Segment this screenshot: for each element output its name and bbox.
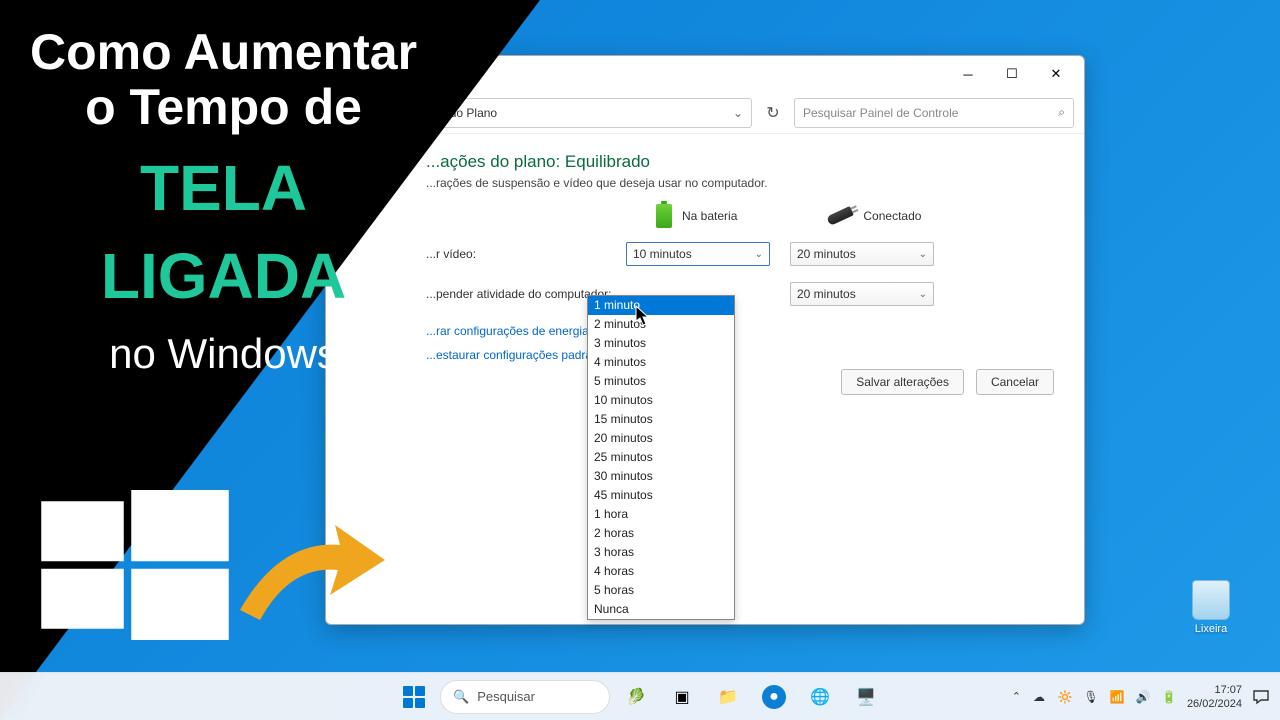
dropdown-option[interactable]: 3 minutos xyxy=(588,334,734,353)
dropdown-option[interactable]: 15 minutos xyxy=(588,410,734,429)
taskbar-explorer[interactable]: 📁 xyxy=(708,677,748,717)
dropdown-option[interactable]: 5 horas xyxy=(588,581,734,600)
tray-chevron-icon[interactable]: ⌃ xyxy=(1012,690,1021,703)
windows-logo-icon xyxy=(40,490,230,645)
plug-icon xyxy=(826,206,854,226)
select-display-plugged[interactable]: 20 minutos⌄ xyxy=(790,242,934,266)
language-icon[interactable]: 🔆 xyxy=(1057,690,1073,704)
search-icon: ⌕ xyxy=(1058,105,1065,120)
dropdown-option[interactable]: 30 minutos xyxy=(588,467,734,486)
taskbar-app-blue[interactable]: ● xyxy=(754,677,794,717)
promo-highlight1: TELA xyxy=(30,153,417,223)
cursor-icon xyxy=(635,305,653,332)
promo-suffix: no Windows xyxy=(30,330,417,378)
promo-line2: o Tempo de xyxy=(30,80,417,135)
clock-time: 17:07 xyxy=(1187,683,1242,697)
taskbar: 🔍 Pesquisar 🥬 ▣ 📁 ● 🌐 🖥️ ⌃ ☁ 🔆 🎙 📶 🔊 🔋 1… xyxy=(0,672,1280,720)
close-button[interactable]: ✕ xyxy=(1036,60,1076,88)
promo-line1: Como Aumentar xyxy=(30,25,417,80)
search-placeholder: Pesquisar Painel de Controle xyxy=(803,106,958,120)
battery-header: Na bateria xyxy=(656,204,737,228)
clock-date: 26/02/2024 xyxy=(1187,697,1242,711)
system-tray: ⌃ ☁ 🔆 🎙 📶 🔊 🔋 17:07 26/02/2024 xyxy=(1012,683,1270,711)
dropdown-option[interactable]: 2 minutos xyxy=(588,315,734,334)
chevron-down-icon[interactable]: ⌄ xyxy=(733,106,743,120)
time-dropdown[interactable]: 1 minuto2 minutos3 minutos4 minutos5 min… xyxy=(587,295,735,620)
promo-text: Como Aumentar o Tempo de TELA LIGADA no … xyxy=(30,25,417,378)
recycle-bin[interactable]: Lixeira xyxy=(1192,580,1230,635)
volume-icon[interactable]: 🔊 xyxy=(1135,690,1151,704)
promo-highlight2: LIGADA xyxy=(30,241,417,311)
dropdown-option[interactable]: 4 minutos xyxy=(588,353,734,372)
maximize-button[interactable]: ☐ xyxy=(992,60,1032,88)
mic-icon[interactable]: 🎙 xyxy=(1083,690,1099,704)
arrow-icon xyxy=(230,500,390,645)
plugged-header: Conectado xyxy=(827,209,921,223)
taskbar-taskview[interactable]: ▣ xyxy=(662,677,702,717)
save-button[interactable]: Salvar alterações xyxy=(841,369,964,395)
select-display-battery[interactable]: 10 minutos⌄ xyxy=(626,242,770,266)
dropdown-option[interactable]: Nunca xyxy=(588,600,734,619)
refresh-button[interactable]: ↻ xyxy=(760,100,786,126)
recycle-bin-icon xyxy=(1192,580,1230,620)
search-input[interactable]: Pesquisar Painel de Controle ⌕ xyxy=(794,98,1074,128)
notification-icon[interactable] xyxy=(1252,688,1270,706)
start-button[interactable] xyxy=(394,677,434,717)
dropdown-option[interactable]: 1 hora xyxy=(588,505,734,524)
cancel-button[interactable]: Cancelar xyxy=(976,369,1054,395)
battery-icon xyxy=(656,204,672,228)
dialog-buttons: Salvar alterações Cancelar xyxy=(841,369,1054,395)
power-mode-header: Na bateria Conectado xyxy=(656,204,1054,228)
start-icon xyxy=(403,686,425,708)
chevron-down-icon: ⌄ xyxy=(755,249,763,260)
taskbar-search[interactable]: 🔍 Pesquisar xyxy=(440,680,610,714)
dropdown-option[interactable]: 2 horas xyxy=(588,524,734,543)
search-icon: 🔍 xyxy=(453,689,469,705)
dropdown-option[interactable]: 20 minutos xyxy=(588,429,734,448)
taskbar-center: 🔍 Pesquisar 🥬 ▣ 📁 ● 🌐 🖥️ xyxy=(394,677,886,717)
dropdown-option[interactable]: 5 minutos xyxy=(588,372,734,391)
select-sleep-plugged[interactable]: 20 minutos⌄ xyxy=(790,282,934,306)
taskbar-chrome[interactable]: 🌐 xyxy=(800,677,840,717)
clock[interactable]: 17:07 26/02/2024 xyxy=(1187,683,1242,711)
dropdown-option[interactable]: 25 minutos xyxy=(588,448,734,467)
dropdown-option[interactable]: 1 minuto xyxy=(588,296,734,315)
dropdown-option[interactable]: 3 horas xyxy=(588,543,734,562)
minimize-button[interactable]: ─ xyxy=(948,60,988,88)
onedrive-icon[interactable]: ☁ xyxy=(1031,690,1047,704)
recycle-bin-label: Lixeira xyxy=(1192,623,1230,635)
dropdown-option[interactable]: 4 horas xyxy=(588,562,734,581)
taskbar-app-widget[interactable]: 🥬 xyxy=(616,677,656,717)
chevron-down-icon: ⌄ xyxy=(919,249,927,260)
dropdown-option[interactable]: 10 minutos xyxy=(588,391,734,410)
wifi-icon[interactable]: 📶 xyxy=(1109,690,1125,704)
dropdown-option[interactable]: 45 minutos xyxy=(588,486,734,505)
taskbar-control-panel[interactable]: 🖥️ xyxy=(846,677,886,717)
chevron-down-icon: ⌄ xyxy=(919,289,927,300)
battery-icon[interactable]: 🔋 xyxy=(1161,690,1177,704)
